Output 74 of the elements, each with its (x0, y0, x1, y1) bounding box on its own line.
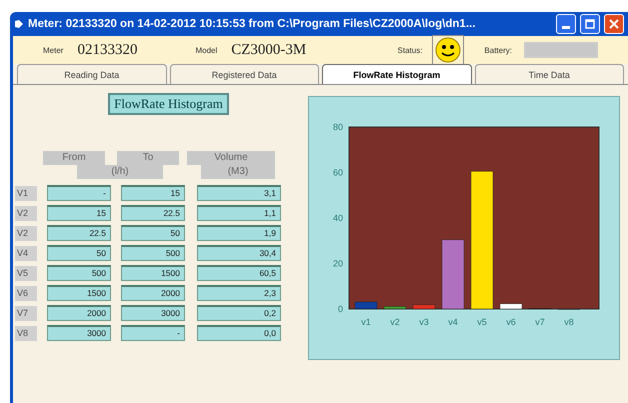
volume-field: 0,0 (197, 325, 281, 341)
unit-label: (M3) (201, 165, 275, 179)
bar (442, 240, 464, 310)
volume-field: 1,1 (197, 205, 281, 221)
from-field: 3000 (47, 325, 111, 341)
tab[interactable]: Registered Data (170, 64, 319, 84)
volume-field: 2,3 (197, 285, 281, 301)
minimize-button[interactable] (556, 14, 576, 34)
from-field: 15 (47, 205, 111, 221)
tab[interactable]: FlowRate Histogram (322, 64, 472, 84)
window-title: Meter: 02133320 on 14-02-2012 10:15:53 from C:\Program Files\CZ2000A\log\dn1... (28, 18, 476, 30)
model-name: CZ3000-3M (231, 42, 306, 58)
meter-number: 02133320 (77, 42, 138, 58)
volume-field: 30,4 (197, 245, 281, 261)
from-field: 500 (47, 265, 111, 281)
app-icon (14, 19, 24, 29)
x-category-label: v5 (477, 317, 487, 327)
tab[interactable]: Time Data (474, 64, 624, 84)
histogram-title: FlowRate Histogram (108, 93, 229, 115)
x-category-label: v6 (506, 317, 516, 327)
column-header: From (43, 151, 105, 165)
x-category-label: v4 (448, 317, 458, 327)
row-label: V1 (15, 186, 37, 200)
maximize-icon (585, 19, 595, 29)
to-field: 2000 (121, 285, 185, 301)
column-header: Volume (187, 151, 275, 165)
x-category-label: v7 (535, 317, 545, 327)
to-field: - (121, 325, 185, 341)
model-label: Model (195, 46, 218, 54)
volume-field: 60,5 (197, 265, 281, 281)
from-field: 1500 (47, 285, 111, 301)
from-field: 2000 (47, 305, 111, 321)
close-button[interactable] (604, 14, 624, 34)
bar (500, 304, 522, 310)
bar (412, 304, 436, 310)
minimize-icon (562, 26, 570, 28)
x-category-label: v1 (361, 317, 371, 327)
y-tick-label: 40 (332, 213, 343, 223)
status-label: Status: (398, 46, 422, 54)
row-label: V6 (15, 286, 37, 300)
x-category-label: v3 (419, 317, 429, 327)
y-tick-label: 80 (332, 122, 343, 132)
to-field: 50 (121, 225, 185, 241)
from-field: 50 (47, 245, 111, 261)
to-field: 1500 (121, 265, 185, 281)
row-label: V5 (15, 266, 37, 280)
meter-label: Meter (43, 46, 64, 54)
from-field: - (47, 185, 111, 201)
volume-field: 0,2 (197, 305, 281, 321)
x-category-label: v2 (390, 317, 400, 327)
maximize-button[interactable] (580, 14, 600, 34)
row-label: V2 (15, 226, 37, 240)
y-tick-label: 60 (332, 168, 343, 178)
to-field: 3000 (121, 305, 185, 321)
column-header: To (117, 151, 179, 165)
volume-field: 3,1 (197, 185, 281, 201)
to-field: 15 (121, 185, 185, 201)
close-icon (609, 19, 619, 29)
from-field: 22.5 (47, 225, 111, 241)
volume-field: 1,9 (197, 225, 281, 241)
to-field: 22.5 (121, 205, 185, 221)
row-label: V8 (15, 326, 37, 340)
battery-label: Battery: (484, 46, 512, 54)
to-field: 500 (121, 245, 185, 261)
unit-label: (l/h) (77, 165, 163, 179)
y-tick-label: 20 (332, 258, 343, 268)
row-label: V7 (15, 306, 37, 320)
tab[interactable]: Reading Data (17, 64, 166, 84)
row-label: V2 (15, 206, 37, 220)
row-label: V4 (15, 246, 37, 260)
x-category-label: v8 (564, 317, 574, 327)
bar (354, 302, 378, 310)
y-tick-label: 0 (338, 304, 343, 314)
bar (384, 306, 406, 310)
